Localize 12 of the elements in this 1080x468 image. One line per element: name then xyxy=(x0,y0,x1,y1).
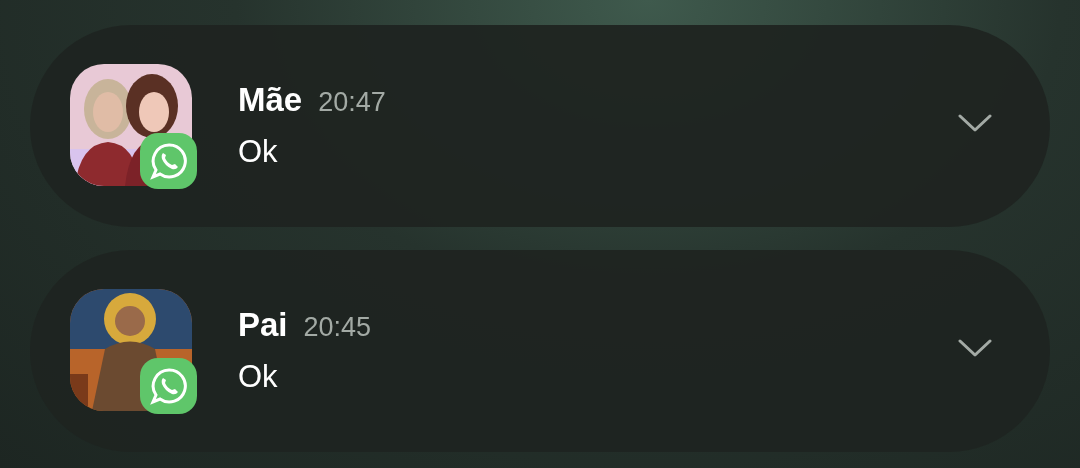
notification-card[interactable]: Pai 20:45 Ok xyxy=(30,250,1050,452)
chat-phone-icon xyxy=(140,132,197,189)
time-label: 20:47 xyxy=(318,86,386,119)
message-text: Ok xyxy=(238,133,279,171)
sender-name: Pai xyxy=(238,305,288,345)
notification-card[interactable]: Mãe 20:47 Ok xyxy=(30,25,1050,227)
time-label: 20:45 xyxy=(303,311,372,344)
chevron-down-icon[interactable] xyxy=(958,113,992,133)
sender-name: Mãe xyxy=(238,80,303,120)
message-text: Ok xyxy=(238,358,279,396)
chevron-down-icon[interactable] xyxy=(958,338,992,358)
chat-phone-icon xyxy=(140,357,197,414)
